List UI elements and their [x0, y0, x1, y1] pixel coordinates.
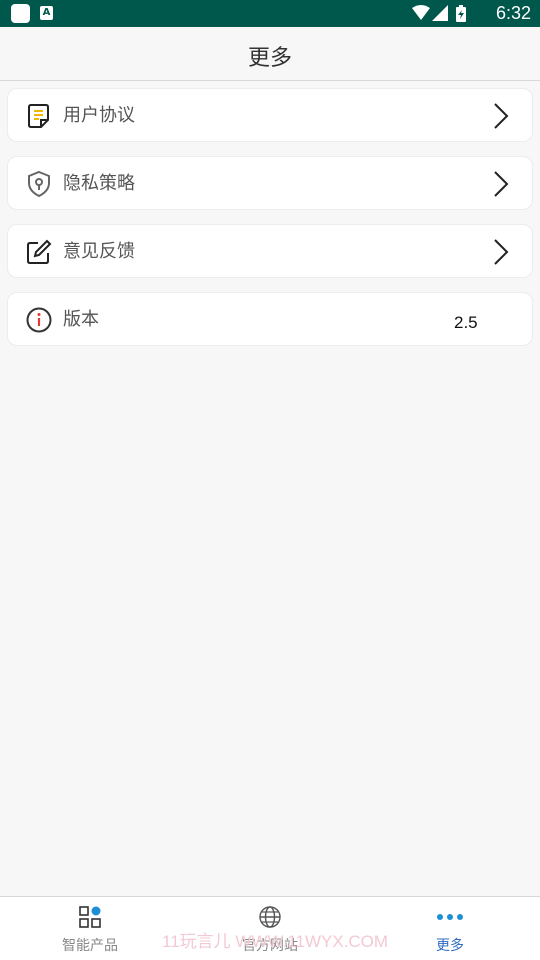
grid-icon: [79, 906, 101, 928]
tab-smart-products[interactable]: 智能产品: [0, 897, 180, 960]
menu-item-privacy-policy[interactable]: 隐私策略: [7, 156, 533, 210]
chevron-right-icon: [494, 103, 509, 129]
menu-item-label: 用户协议: [63, 105, 135, 126]
signal-icon: [432, 5, 448, 21]
battery-icon: [456, 5, 466, 22]
menu-item-label: 版本: [63, 309, 99, 330]
menu-item-label: 隐私策略: [63, 173, 135, 194]
version-value: 2.5: [454, 313, 478, 332]
watermark: 11玩言儿 WWW.11WYX.COM: [162, 932, 389, 951]
edit-icon: [27, 239, 52, 264]
menu-item-user-agreement[interactable]: 用户协议: [7, 88, 533, 142]
app-bar: 更多: [0, 27, 540, 81]
wifi-icon: [412, 5, 430, 20]
settings-list: 用户协议 隐私策略 意见反馈 版本 2.5: [7, 88, 533, 360]
menu-item-feedback[interactable]: 意见反馈: [7, 224, 533, 278]
shield-lock-icon: [28, 170, 50, 198]
info-icon: [26, 307, 52, 333]
status-bar: A 6:32: [0, 0, 540, 27]
more-dots-icon: [437, 914, 463, 920]
status-icons: [412, 5, 466, 22]
tab-label: 智能产品: [62, 938, 118, 954]
globe-icon: [259, 906, 281, 928]
page-title: 更多: [247, 46, 292, 71]
app-notification-icon: [11, 4, 30, 23]
chevron-right-icon: [494, 171, 509, 197]
chevron-right-icon: [494, 239, 509, 265]
menu-item-label: 意见反馈: [63, 241, 135, 262]
document-icon: [28, 104, 49, 128]
notification-a-icon: A: [40, 6, 53, 20]
menu-item-version: 版本 2.5: [7, 292, 533, 346]
status-time: 6:32: [495, 3, 531, 23]
